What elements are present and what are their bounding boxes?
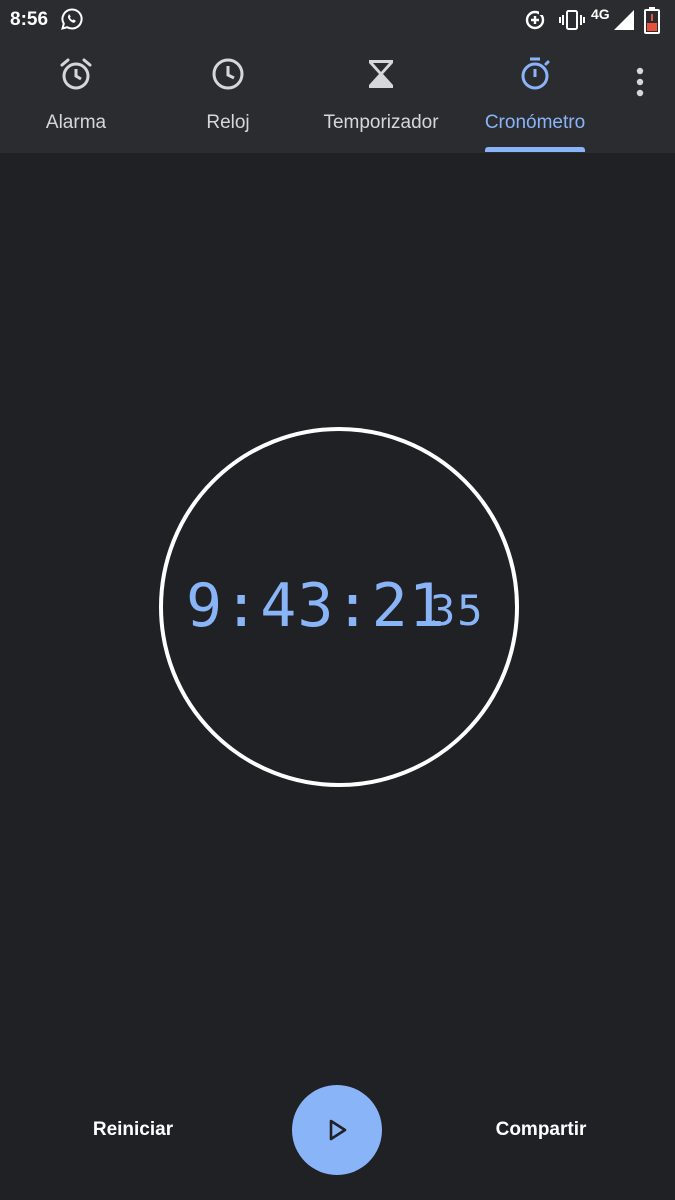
play-button[interactable] xyxy=(292,1085,382,1175)
stopwatch-icon xyxy=(521,57,550,90)
elapsed-time: 9:43:21 xyxy=(186,571,446,641)
battery-low-icon xyxy=(644,7,660,34)
clock-icon xyxy=(212,58,244,90)
data-saver-icon xyxy=(525,10,545,30)
elapsed-hundredths: 35 xyxy=(430,586,485,635)
tab-reloj[interactable]: Reloj xyxy=(152,40,304,153)
active-tab-indicator xyxy=(485,147,585,152)
signal-icon xyxy=(614,10,634,30)
whatsapp-icon xyxy=(61,8,83,30)
tab-alarma[interactable]: Alarma xyxy=(0,40,152,153)
alarm-icon xyxy=(60,58,92,90)
tab-temporizador[interactable]: Temporizador xyxy=(305,40,457,153)
more-vert-icon[interactable] xyxy=(620,62,660,102)
tab-cronometro-label: Cronómetro xyxy=(484,112,586,133)
network-type: 4G xyxy=(591,6,610,22)
share-button[interactable]: Compartir xyxy=(481,1112,601,1148)
reset-button[interactable]: Reiniciar xyxy=(73,1112,193,1148)
hourglass-icon xyxy=(369,60,393,88)
status-time: 8:56 xyxy=(10,9,49,30)
vibrate-icon xyxy=(559,10,585,30)
play-icon xyxy=(329,1119,347,1141)
tab-bar: Alarma Reloj Temporizador Cronómetro xyxy=(0,40,675,153)
status-bar: 8:56 4G xyxy=(0,0,675,40)
tab-reloj-label: Reloj xyxy=(206,112,250,133)
tab-temporizador-label: Temporizador xyxy=(323,112,439,133)
tab-cronometro[interactable]: Cronómetro xyxy=(459,40,611,153)
tab-alarma-label: Alarma xyxy=(45,112,107,133)
